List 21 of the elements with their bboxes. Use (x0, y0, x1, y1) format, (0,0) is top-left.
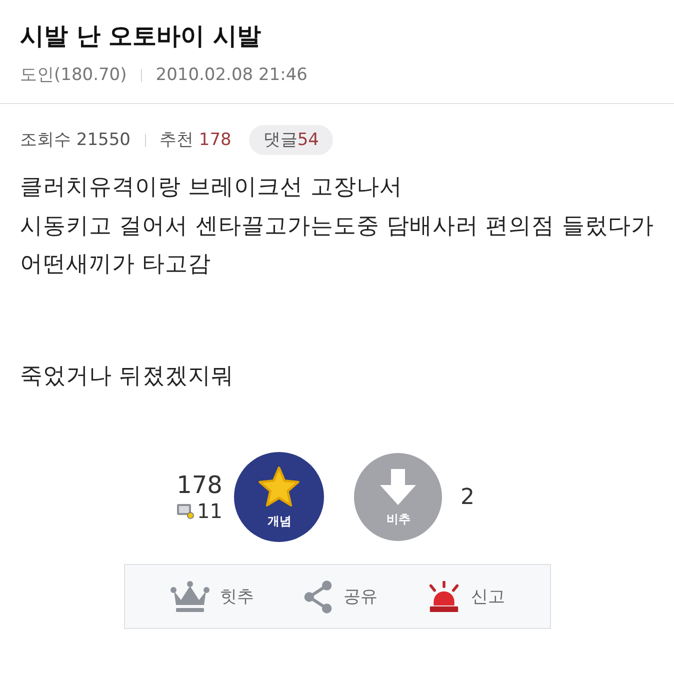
siren-icon (427, 580, 462, 612)
down-arrow-icon (378, 467, 418, 507)
stat-text: 조회수 21550 (20, 129, 130, 152)
post-paragraph: 클러치유격이랑 브레이크선 고장나서 시동키고 걸어서 센타끌고가는도중 담배사러 편의점 들렀다가 어떤새끼가 타고감 (20, 173, 655, 279)
stat-text: 추천 178 (160, 129, 232, 152)
picture-icon (176, 503, 194, 519)
fixed-count: 11 (197, 499, 222, 523)
hit-button[interactable]: 힛추 (170, 580, 254, 612)
post-date: 2010.02.08 21:46 (156, 64, 308, 87)
author-name: 도인(180.70) (20, 64, 127, 87)
post-title: 시발 난 오토바이 시발 (20, 21, 262, 52)
comment-count-link[interactable]: 댓글54 (249, 125, 333, 155)
star-icon (256, 465, 302, 509)
upvote-button[interactable]: 개념 (234, 452, 324, 542)
upvote-count: 178 (176, 471, 222, 499)
post-paragraph: 죽었거나 뒤졌겠지뭐 (20, 362, 236, 390)
downvote-count: 2 (460, 484, 474, 510)
share-icon (303, 580, 334, 614)
crown-icon (170, 580, 210, 612)
share-button[interactable]: 공유 (303, 580, 378, 614)
report-button[interactable]: 신고 (427, 580, 506, 612)
